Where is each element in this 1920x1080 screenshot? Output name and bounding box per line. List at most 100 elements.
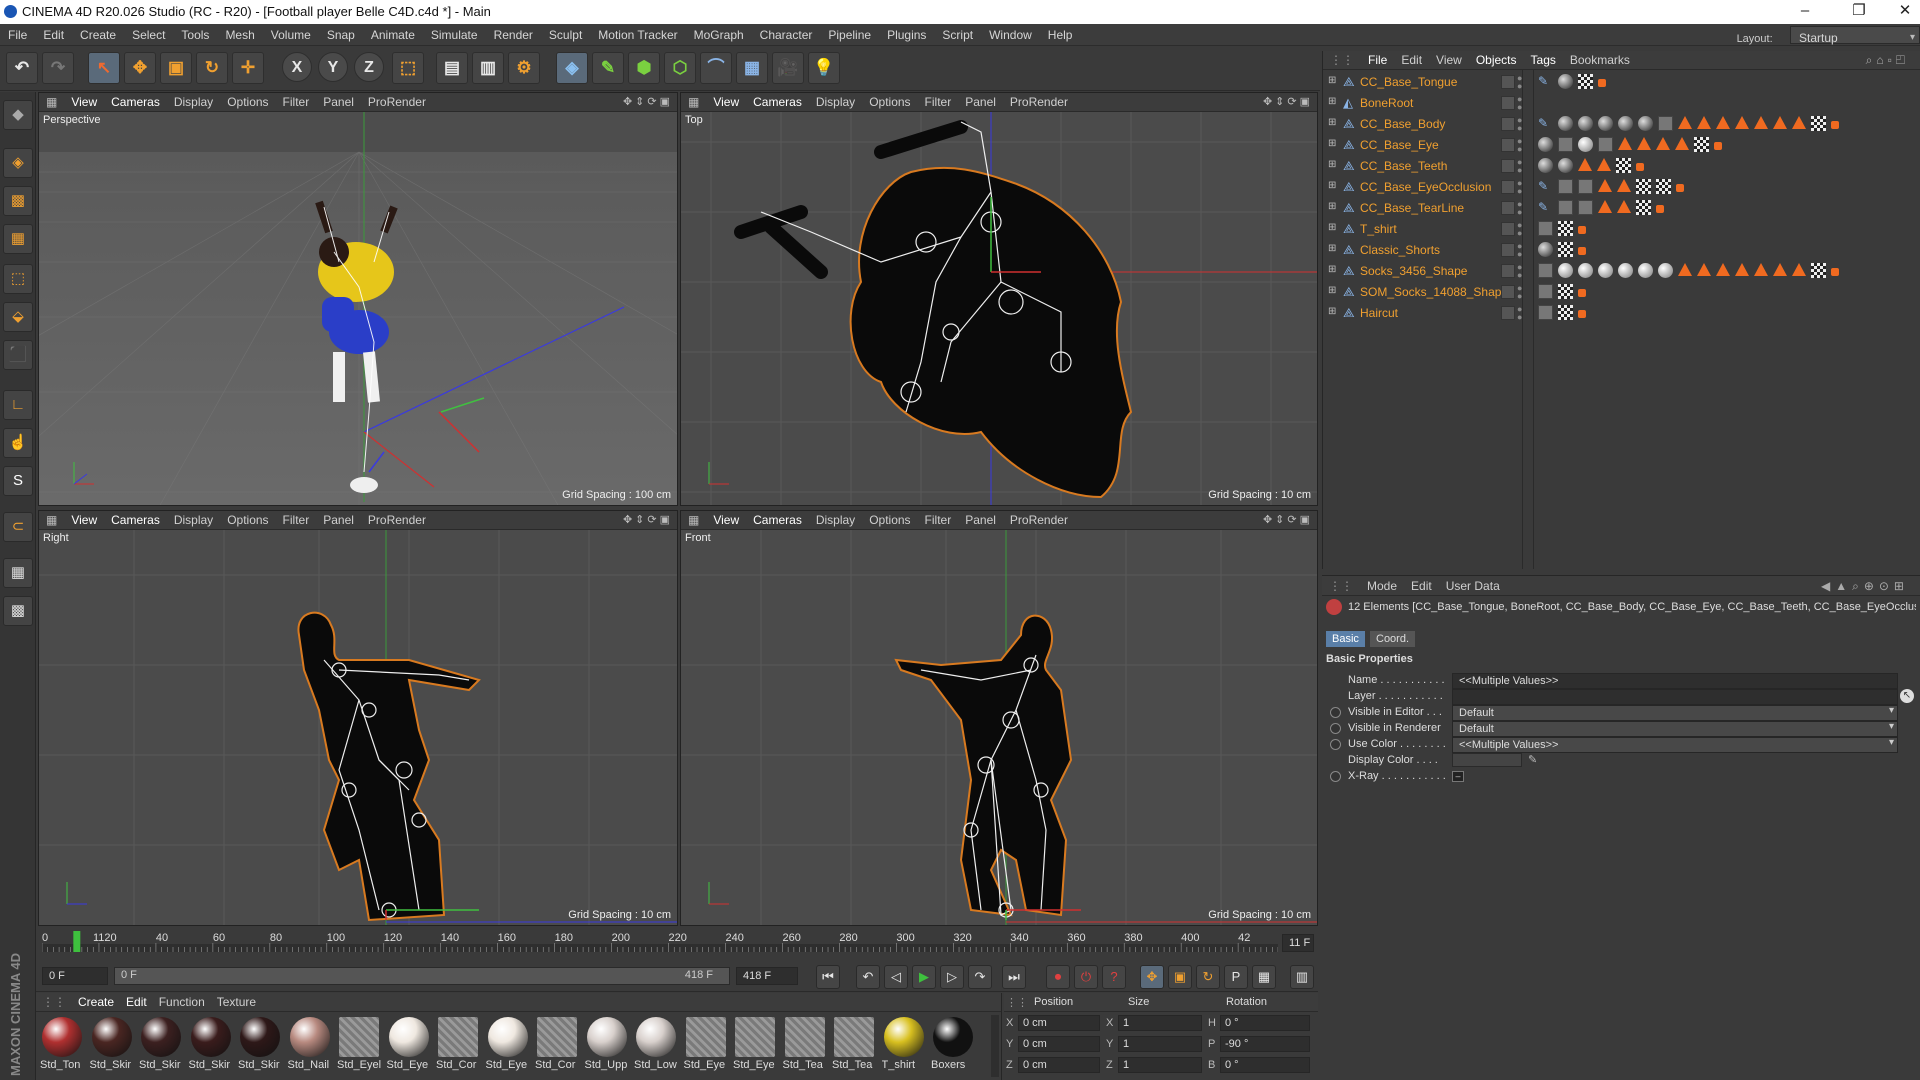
- mm-menu-create[interactable]: Create: [72, 993, 120, 1012]
- layout-dropdown[interactable]: Startup: [1790, 26, 1920, 49]
- texture-tag-icon[interactable]: [1558, 179, 1573, 194]
- phong-tag-icon[interactable]: [1735, 263, 1749, 276]
- weight-tag-icon[interactable]: ✎: [1538, 200, 1553, 215]
- uvw-tag-icon[interactable]: [1656, 179, 1671, 194]
- live-selection-icon[interactable]: ↖: [88, 52, 120, 84]
- phong-tag-icon[interactable]: [1598, 179, 1612, 192]
- position-field[interactable]: 0 cm: [1018, 1057, 1100, 1073]
- dropdown-arrow-icon[interactable]: ▾: [1889, 737, 1894, 748]
- record-rotation-icon[interactable]: ↻: [1196, 965, 1220, 989]
- layer-icon[interactable]: [1501, 285, 1515, 299]
- visibility-dots-icon[interactable]: ● ●: [1517, 305, 1522, 322]
- weight-tag-icon[interactable]: ✎: [1538, 179, 1553, 194]
- phong-tag-icon[interactable]: [1598, 200, 1612, 213]
- menu-help[interactable]: Help: [1040, 24, 1081, 46]
- uvw-tag-icon[interactable]: [1578, 74, 1593, 89]
- menu-options[interactable]: Options: [220, 511, 275, 530]
- layer-icon[interactable]: [1501, 201, 1515, 215]
- scheme-settings-icon[interactable]: ▥: [1290, 965, 1314, 989]
- weight-tag-icon[interactable]: ✎: [1538, 74, 1553, 89]
- material-tag-icon[interactable]: [1558, 116, 1573, 131]
- weight-tag-icon[interactable]: ✎: [1538, 116, 1553, 131]
- model-mode-icon[interactable]: ◈: [3, 148, 33, 178]
- bend-deformer-icon[interactable]: ⌒: [700, 52, 732, 84]
- texture-tag-icon[interactable]: [1538, 305, 1553, 320]
- layer-icon[interactable]: [1501, 117, 1515, 131]
- menu-prorender[interactable]: ProRender: [1003, 511, 1075, 530]
- phong-tag-icon[interactable]: [1697, 116, 1711, 129]
- minimize-icon[interactable]: –: [1782, 0, 1828, 24]
- tab-basic[interactable]: Basic: [1326, 631, 1365, 647]
- selection-tag-icon[interactable]: [1578, 247, 1586, 255]
- phong-tag-icon[interactable]: [1618, 137, 1632, 150]
- expand-icon[interactable]: ⊞: [1328, 306, 1336, 317]
- material-tag-icon[interactable]: [1538, 158, 1553, 173]
- material-tag-icon[interactable]: [1558, 263, 1573, 278]
- om-menu-objects[interactable]: Objects: [1469, 51, 1524, 70]
- expand-icon[interactable]: ⊞: [1328, 285, 1336, 296]
- light-icon[interactable]: 💡: [808, 52, 840, 84]
- menu-filter[interactable]: Filter: [918, 93, 959, 112]
- menu-render[interactable]: Render: [486, 24, 541, 46]
- viewport-toggle-icon[interactable]: ▦: [39, 511, 64, 530]
- phong-tag-icon[interactable]: [1792, 263, 1806, 276]
- phong-tag-icon[interactable]: [1678, 263, 1692, 276]
- menu-display[interactable]: Display: [809, 93, 862, 112]
- menu-window[interactable]: Window: [981, 24, 1040, 46]
- menu-filter[interactable]: Filter: [918, 511, 959, 530]
- eyedropper-icon[interactable]: ✎: [1528, 753, 1537, 766]
- viewport-nav-icons[interactable]: ✥⇕⟳▣: [1263, 93, 1313, 112]
- z-axis-lock-icon[interactable]: Z: [354, 52, 384, 82]
- previous-frame-icon[interactable]: ◁: [884, 965, 908, 989]
- phong-tag-icon[interactable]: [1675, 137, 1689, 150]
- uvw-tag-icon[interactable]: [1616, 158, 1631, 173]
- phong-tag-icon[interactable]: [1697, 263, 1711, 276]
- animate-toggle-icon[interactable]: [1330, 723, 1341, 734]
- texture-tag-icon[interactable]: [1578, 179, 1593, 194]
- menu-plugins[interactable]: Plugins: [879, 24, 934, 46]
- menu-select[interactable]: Select: [124, 24, 173, 46]
- layer-icon[interactable]: [1501, 159, 1515, 173]
- mm-menu-edit[interactable]: Edit: [120, 993, 153, 1012]
- visibility-dots-icon[interactable]: ● ●: [1517, 179, 1522, 196]
- selection-tag-icon[interactable]: [1578, 289, 1586, 297]
- render-to-picture-viewer-icon[interactable]: ▥: [472, 52, 504, 84]
- menu-panel[interactable]: Panel: [958, 511, 1003, 530]
- scale-tool-icon[interactable]: ▣: [160, 52, 192, 84]
- selection-tag-icon[interactable]: [1831, 121, 1839, 129]
- menu-prorender[interactable]: ProRender: [1003, 93, 1075, 112]
- autokeying-icon[interactable]: ⏻: [1074, 965, 1098, 989]
- axis-mode-icon[interactable]: ∟: [3, 390, 33, 420]
- object-row[interactable]: ⊞ ⟁ CC_Base_Teeth ● ●: [1323, 156, 1920, 177]
- record-active-objects-icon[interactable]: ⏺: [1046, 965, 1070, 989]
- om-menu-view[interactable]: View: [1429, 51, 1469, 70]
- material-tag-icon[interactable]: [1598, 263, 1613, 278]
- animate-toggle-icon[interactable]: [1330, 707, 1341, 718]
- material-swatch[interactable]: Std_Eye: [684, 1015, 728, 1077]
- uvw-tag-icon[interactable]: [1558, 305, 1573, 320]
- material-tag-icon[interactable]: [1578, 137, 1593, 152]
- menu-tools[interactable]: Tools: [173, 24, 217, 46]
- menu-panel[interactable]: Panel: [316, 511, 361, 530]
- move-tool-icon[interactable]: ✥: [124, 52, 156, 84]
- object-name[interactable]: Socks_3456_Shape: [1360, 264, 1467, 278]
- phong-tag-icon[interactable]: [1716, 116, 1730, 129]
- menu-view[interactable]: View: [706, 93, 746, 112]
- expand-icon[interactable]: ⊞: [1328, 117, 1336, 128]
- menu-motion-tracker[interactable]: Motion Tracker: [590, 24, 685, 46]
- material-tag-icon[interactable]: [1558, 158, 1573, 173]
- viewport-front[interactable]: ▦ View Cameras Display Options Filter Panel Pro…: [680, 510, 1318, 926]
- record-position-icon[interactable]: ✥: [1140, 965, 1164, 989]
- array-icon[interactable]: ⬡: [664, 52, 696, 84]
- phong-tag-icon[interactable]: [1678, 116, 1692, 129]
- visibility-dots-icon[interactable]: ● ●: [1517, 221, 1522, 238]
- layer-icon[interactable]: [1501, 222, 1515, 236]
- workplane-icon[interactable]: ▦: [3, 558, 33, 588]
- om-menu-file[interactable]: File: [1361, 51, 1394, 70]
- object-name[interactable]: CC_Base_EyeOcclusion: [1360, 180, 1491, 194]
- menu-cameras[interactable]: Cameras: [746, 93, 809, 112]
- menu-file[interactable]: File: [0, 24, 35, 46]
- phong-tag-icon[interactable]: [1617, 179, 1631, 192]
- visibility-dots-icon[interactable]: ● ●: [1517, 116, 1522, 133]
- object-row[interactable]: ⊞ ⟁ Haircut ● ●: [1323, 303, 1920, 324]
